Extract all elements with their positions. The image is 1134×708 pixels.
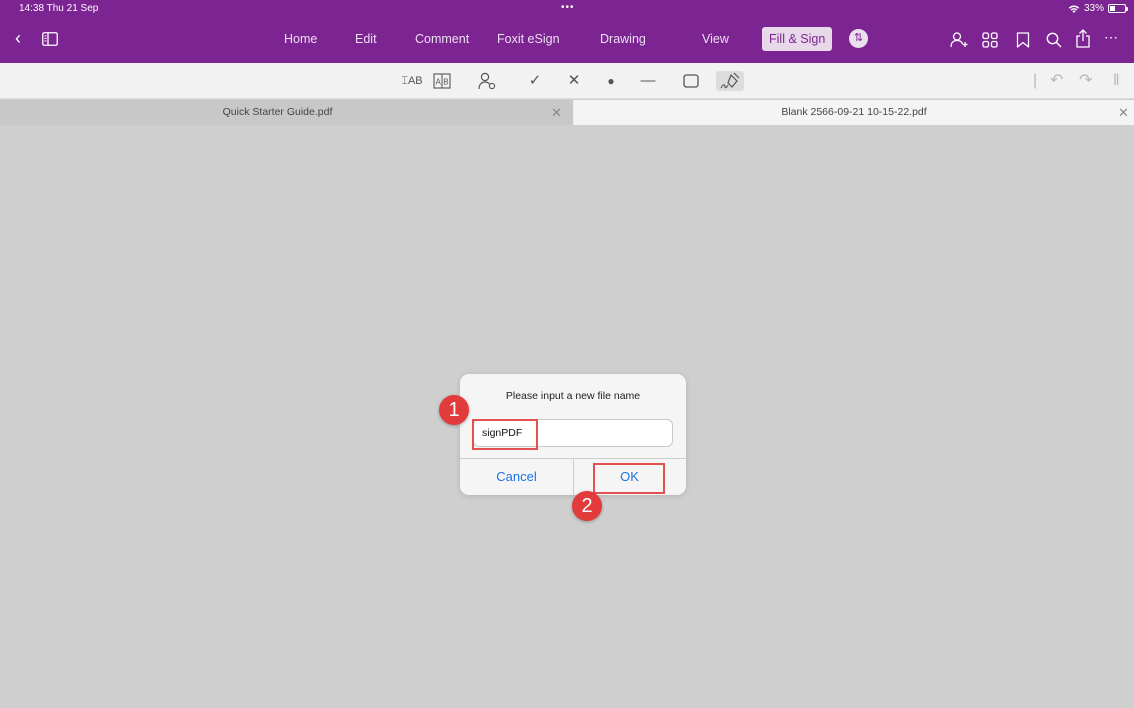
tab-fill-and-sign[interactable]: Fill & Sign <box>762 27 833 51</box>
wifi-icon <box>1068 5 1080 13</box>
back-icon[interactable]: ‹ <box>15 29 21 47</box>
close-icon[interactable]: ✕ <box>551 100 562 125</box>
more-icon[interactable]: ⋯ <box>1104 30 1118 44</box>
dialog-message: Please input a new file name <box>505 390 641 402</box>
bookmark-icon[interactable] <box>1016 32 1030 48</box>
grid-icon[interactable] <box>982 32 998 48</box>
status-right: 33% <box>1068 3 1128 14</box>
tab-comment[interactable]: Comment <box>415 32 469 46</box>
doc-tab-blank[interactable]: Blank 2566-09-21 10-15-22.pdf ✕ <box>574 100 1134 125</box>
doc-tab-quick-starter[interactable]: Quick Starter Guide.pdf ✕ <box>0 100 573 125</box>
comb-field-icon[interactable]: AB <box>431 71 453 91</box>
tab-foxit-esign[interactable]: Foxit eSign <box>497 32 560 46</box>
battery-percent: 33% <box>1083 3 1104 14</box>
main-navbar: ‹ Home Edit Comment Foxit eSign Drawing … <box>0 18 1134 63</box>
input-highlight-box <box>472 419 538 450</box>
rectangle-icon[interactable] <box>680 71 702 91</box>
chevron-updown-icon[interactable]: ⇅ <box>849 29 868 48</box>
tab-home[interactable]: Home <box>284 32 317 46</box>
doc-tab-title: Quick Starter Guide.pdf <box>222 106 333 118</box>
cancel-button[interactable]: Cancel <box>460 458 573 495</box>
undo-icon[interactable]: ↶ <box>1050 71 1063 91</box>
document-tabs: Quick Starter Guide.pdf ✕ Blank 2566-09-… <box>0 100 1134 125</box>
text-field-icon[interactable]: ⌶AB <box>401 71 423 91</box>
line-icon[interactable]: — <box>635 71 661 91</box>
profile-icon[interactable] <box>476 71 498 91</box>
redo-icon[interactable]: ↷ <box>1079 71 1092 91</box>
status-bar: 14:38 Thu 21 Sep ••• 33% <box>0 0 1134 18</box>
search-icon[interactable] <box>1046 32 1062 48</box>
tab-edit[interactable]: Edit <box>355 32 377 46</box>
battery-icon <box>1108 4 1128 13</box>
sidebar-icon[interactable] <box>42 32 58 46</box>
collapse-icon[interactable]: ‖ <box>1113 71 1120 91</box>
dot-icon[interactable]: ● <box>600 71 622 91</box>
cross-icon[interactable]: ✕ <box>563 71 585 91</box>
close-icon[interactable]: ✕ <box>1118 100 1129 125</box>
svg-text:B: B <box>443 78 448 87</box>
checkmark-icon[interactable]: ✓ <box>524 71 546 91</box>
multitasking-dots[interactable]: ••• <box>561 2 575 13</box>
signature-icon[interactable] <box>716 71 744 91</box>
share-icon[interactable] <box>1075 29 1091 48</box>
doc-tab-title: Blank 2566-09-21 10-15-22.pdf <box>781 106 927 118</box>
step-1-badge: 1 <box>439 395 469 425</box>
svg-text:A: A <box>436 78 442 87</box>
status-time: 14:38 Thu 21 Sep <box>19 3 99 14</box>
add-user-icon[interactable] <box>950 32 968 48</box>
tab-view[interactable]: View <box>702 32 729 46</box>
fill-sign-toolbar: ⌶AB AB ✓ ✕ ● — | ↶ ↷ ‖ <box>0 63 1134 99</box>
step-2-badge: 2 <box>572 491 602 521</box>
tab-drawing[interactable]: Drawing <box>600 32 646 46</box>
ok-highlight-box <box>593 463 665 494</box>
separator-icon: | <box>1033 72 1038 89</box>
